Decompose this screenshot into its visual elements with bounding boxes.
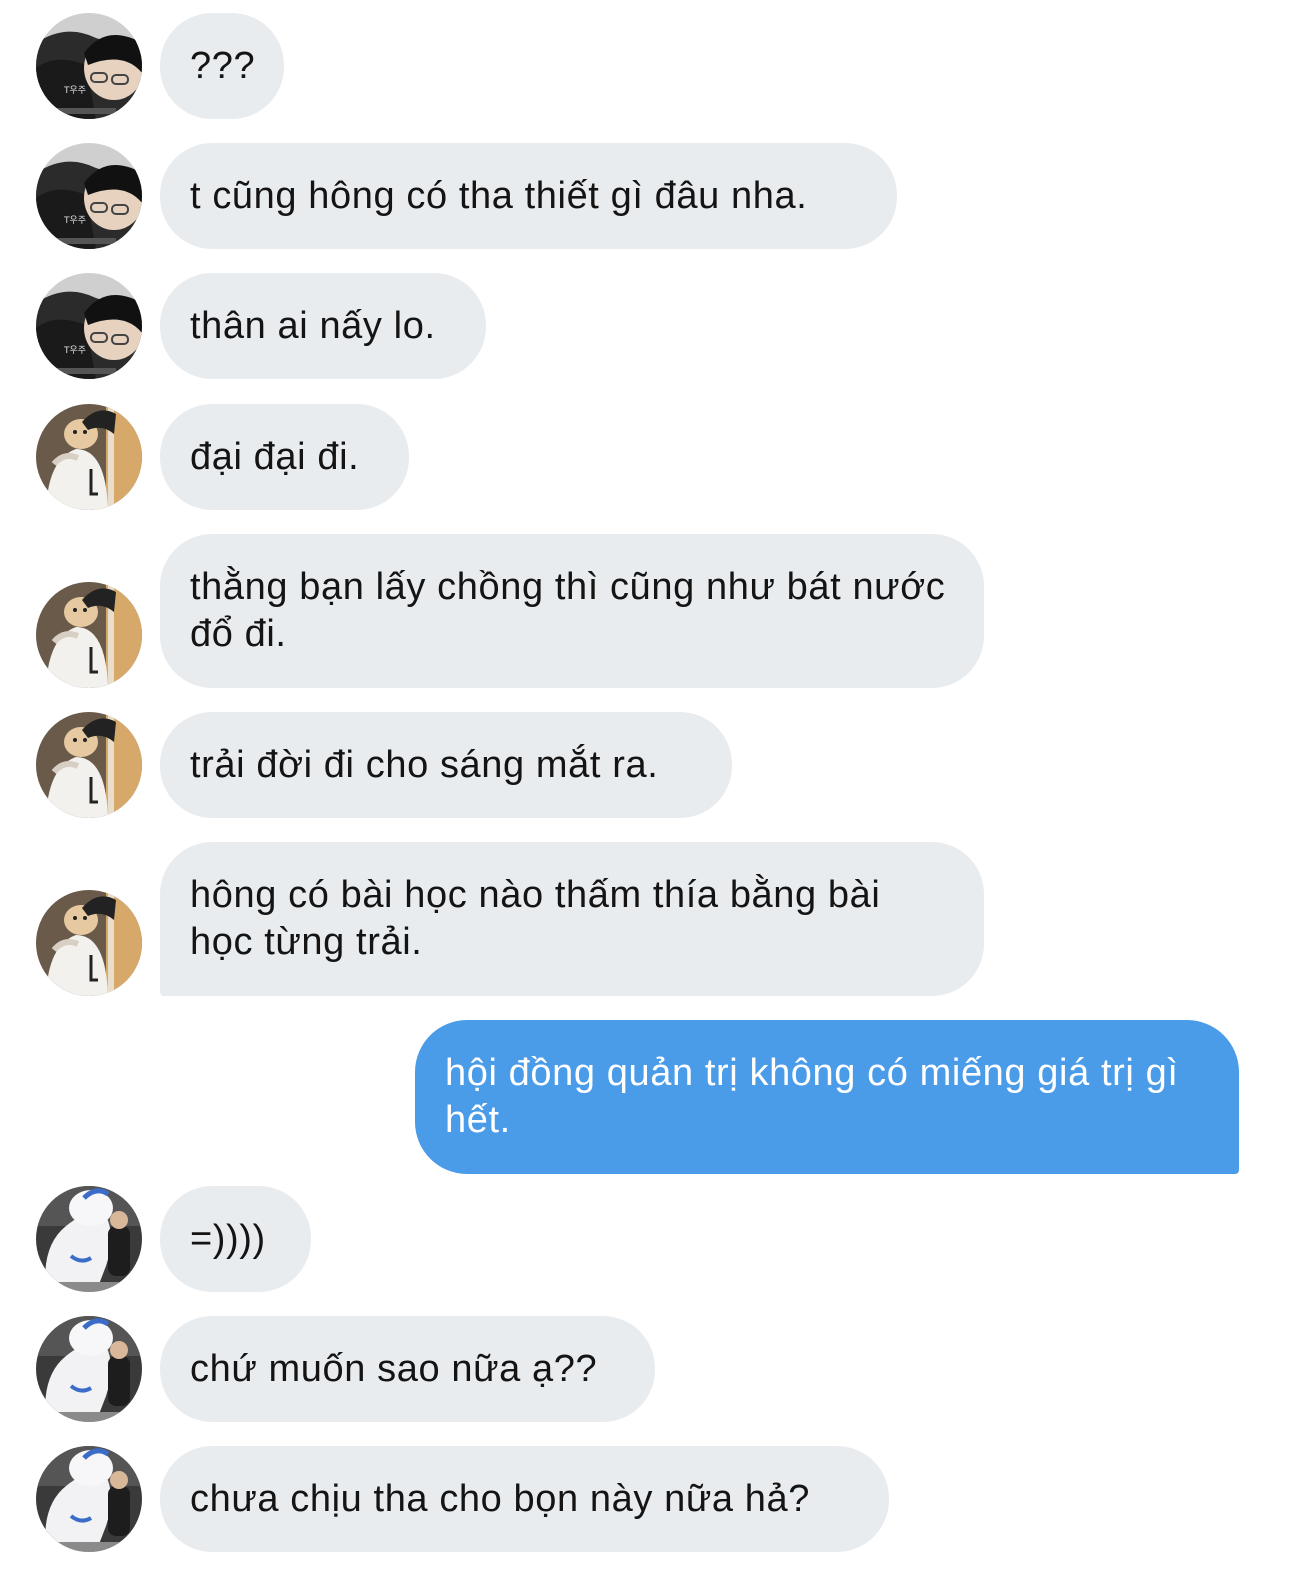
message-bubble-incoming[interactable]: chứ muốn sao nữa ạ?? <box>160 1316 655 1422</box>
avatar-person-with-dog-icon[interactable] <box>36 712 142 818</box>
message-bubble-outgoing[interactable]: hội đồng quản trị không có miếng giá trị… <box>415 1020 1239 1174</box>
avatar-person-with-mascot-icon[interactable] <box>36 1446 142 1552</box>
avatar-person-with-mascot-icon[interactable] <box>36 1186 142 1292</box>
avatar-sketch-person-icon[interactable] <box>36 143 142 249</box>
message-bubble-incoming[interactable]: =)))) <box>160 1186 311 1292</box>
avatar-person-with-dog-icon[interactable] <box>36 582 142 688</box>
message-bubble-incoming[interactable]: t cũng hông có tha thiết gì đâu nha. <box>160 143 897 249</box>
message-bubble-incoming[interactable]: hông có bài học nào thấm thía bằng bài h… <box>160 842 984 996</box>
message-bubble-incoming[interactable]: ??? <box>160 13 284 119</box>
message-bubble-incoming[interactable]: đại đại đi. <box>160 404 409 510</box>
message-bubble-incoming[interactable]: chưa chịu tha cho bọn này nữa hả? <box>160 1446 889 1552</box>
message-bubble-incoming[interactable]: thằng bạn lấy chồng thì cũng như bát nướ… <box>160 534 984 688</box>
avatar-sketch-person-icon[interactable] <box>36 273 142 379</box>
avatar-person-with-dog-icon[interactable] <box>36 890 142 996</box>
message-bubble-incoming[interactable]: thân ai nấy lo. <box>160 273 486 379</box>
avatar-person-with-dog-icon[interactable] <box>36 404 142 510</box>
avatar-sketch-person-icon[interactable] <box>36 13 142 119</box>
avatar-person-with-mascot-icon[interactable] <box>36 1316 142 1422</box>
message-bubble-incoming[interactable]: trải đời đi cho sáng mắt ra. <box>160 712 732 818</box>
